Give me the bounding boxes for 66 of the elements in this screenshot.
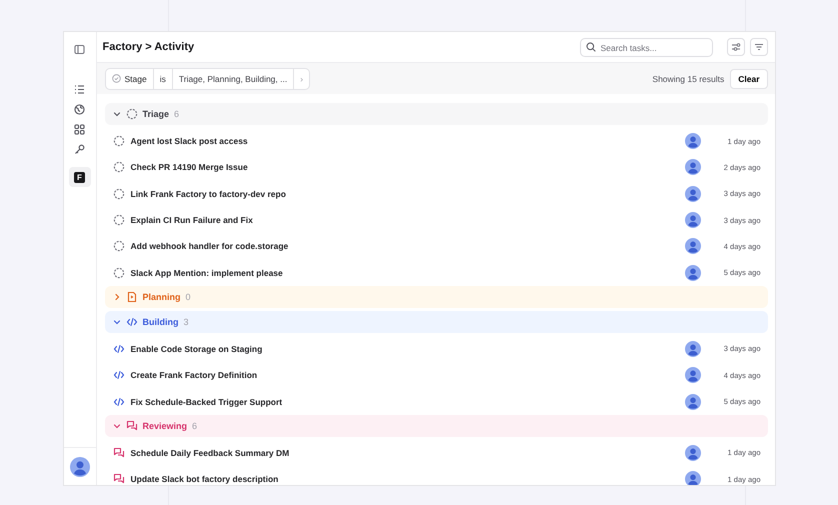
- code-icon: [112, 396, 124, 408]
- task-title: Explain CI Run Failure and Fix: [130, 215, 254, 226]
- group-count: 6: [174, 109, 180, 119]
- avatar-icon: [684, 444, 700, 461]
- task-title: Fix Schedule-Backed Trigger Support: [130, 396, 284, 407]
- document-icon: [126, 290, 138, 303]
- avatar-icon: [70, 457, 90, 477]
- chevron-icon: [112, 110, 120, 118]
- avatar-icon: [684, 340, 700, 357]
- chat-bubbles-icon: [112, 446, 124, 459]
- group-count: 6: [192, 420, 198, 431]
- avatar-icon: [684, 186, 700, 202]
- chat-bubbles-icon: [112, 473, 124, 485]
- code-icon: [112, 342, 124, 355]
- group-name: Planning: [142, 292, 180, 302]
- filter-operator: is: [154, 68, 173, 88]
- filter-chip[interactable]: Stage is Triage, Planning, Building, ... ›: [104, 68, 310, 90]
- filter-icon[interactable]: [750, 38, 768, 56]
- chevron-icon: [112, 318, 120, 326]
- task-title: Create Frank Factory Definition: [130, 370, 258, 380]
- avatar-icon: [684, 367, 700, 384]
- task-title: Check PR 14190 Merge Issue: [130, 162, 249, 172]
- group-name: Building: [142, 316, 178, 327]
- avatar-icon: [684, 394, 700, 410]
- avatar-icon: [684, 471, 700, 485]
- task-title: Slack App Mention: implement please: [130, 268, 284, 278]
- dashed-circle-icon: [126, 108, 138, 120]
- group-header[interactable]: Reviewing 6: [104, 414, 768, 437]
- dashed-circle-icon: [112, 240, 124, 252]
- avatar-icon: [684, 212, 700, 228]
- code-icon: [126, 316, 138, 328]
- group-name: Reviewing: [142, 420, 188, 431]
- task-title: Add webhook handler for code.storage: [130, 241, 290, 252]
- avatar-icon: [684, 159, 700, 176]
- dashed-circle-icon: [112, 161, 124, 174]
- group-header[interactable]: Building 3: [104, 310, 768, 333]
- dashed-circle-icon: [112, 188, 124, 200]
- chat-bubbles-icon: [126, 420, 138, 432]
- group-header[interactable]: Triage 6: [104, 103, 768, 125]
- task-title: Agent lost Slack post access: [130, 136, 249, 146]
- avatar-icon: [684, 264, 700, 281]
- filter-field: Stage: [106, 68, 154, 88]
- sliders-icon[interactable]: [726, 38, 744, 56]
- task-title: Update Slack bot factory description: [130, 474, 280, 484]
- dashed-circle-icon: [112, 135, 124, 148]
- dashed-circle-icon: [112, 214, 124, 226]
- search-field[interactable]: Search tasks...: [580, 38, 712, 57]
- group-count: 0: [186, 292, 191, 302]
- dashed-circle-icon: [112, 266, 124, 279]
- chevron-text: ›: [299, 72, 304, 86]
- avatar-icon: [684, 133, 700, 150]
- avatar-icon: [684, 238, 700, 254]
- logo-button[interactable]: F: [68, 167, 90, 187]
- group-name: Triage: [142, 109, 170, 119]
- clear-button[interactable]: Clear: [730, 68, 768, 88]
- code-icon: [112, 369, 124, 382]
- task-title: Schedule Daily Feedback Summary DM: [130, 448, 290, 458]
- chevron-icon: [112, 292, 120, 301]
- task-title: Enable Code Storage on Staging: [130, 344, 264, 354]
- filter-value: Triage, Planning, Building, ...: [172, 68, 294, 88]
- chevron-icon: [112, 422, 120, 430]
- group-count: 3: [184, 316, 189, 327]
- results-count: Showing 15 results: [652, 74, 724, 84]
- check-circle-icon: [112, 74, 120, 83]
- task-title: Link Frank Factory to factory-dev repo: [130, 188, 287, 199]
- breadcrumb: Factory > Activity: [102, 41, 196, 53]
